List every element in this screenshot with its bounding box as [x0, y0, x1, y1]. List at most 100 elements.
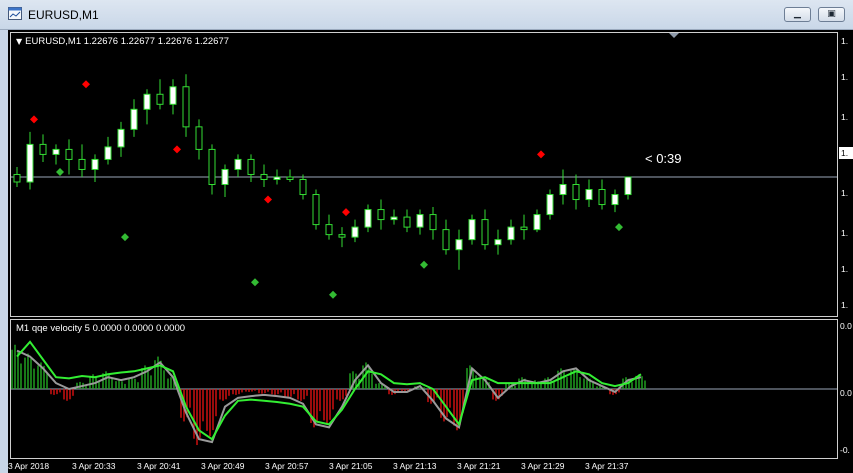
buy-signal-marker: [121, 233, 129, 242]
chart-window-icon: [8, 7, 22, 20]
candle-body: [585, 189, 593, 201]
candle-body: [65, 148, 73, 160]
time-axis-label: 3 Apr 2018: [8, 461, 50, 471]
candle-body: [351, 226, 359, 238]
price-chart-canvas: [11, 74, 837, 299]
time-axis-label: 3 Apr 20:33: [72, 461, 116, 471]
window-frame: [0, 30, 8, 473]
time-axis-label: 3 Apr 20:49: [201, 461, 245, 471]
candle-body: [611, 194, 619, 206]
candle-body: [429, 214, 437, 231]
candle-body: [156, 93, 164, 105]
sell-signal-marker: [82, 80, 90, 89]
indicator-canvas: [11, 340, 837, 446]
chart-label-text: EURUSD,M1 1.22676 1.22677 1.22676 1.2267…: [25, 36, 230, 47]
window-title: EURUSD,M1: [28, 8, 99, 22]
candle-body: [338, 234, 346, 238]
sell-signal-marker: [537, 150, 545, 159]
candle-body: [104, 146, 112, 160]
sell-signal-marker: [173, 145, 181, 154]
indicator-label: M1 qqe velocity 5 0.0000 0.0000 0.0000: [16, 323, 186, 334]
restore-button[interactable]: ▣: [818, 7, 845, 22]
window-titlebar[interactable]: EURUSD,M1 ▁ ▣: [0, 0, 853, 30]
time-axis-label: 3 Apr 20:41: [137, 461, 181, 471]
time-axis-label: 3 Apr 21:37: [585, 461, 629, 471]
candle-body: [182, 86, 190, 128]
price-axis-label: 1.: [841, 188, 849, 198]
restore-icon: ▣: [827, 9, 836, 19]
candle-body: [507, 226, 515, 241]
candle-body: [624, 176, 632, 196]
candle-body: [247, 158, 255, 175]
candle-body: [130, 108, 138, 130]
candle-body: [468, 219, 476, 241]
chart-menu-arrow-icon[interactable]: ▼: [16, 37, 22, 46]
candle-body: [39, 143, 47, 155]
candle-body: [286, 176, 294, 180]
buy-signal-marker: [420, 260, 428, 269]
candle-body: [533, 214, 541, 231]
indicator-axis-label: 0.0: [840, 321, 852, 331]
price-axis-label: 1.: [841, 264, 849, 274]
chart-label[interactable]: ▼ EURUSD,M1 1.22676 1.22677 1.22676 1.226…: [16, 36, 229, 47]
candle-body: [377, 209, 385, 221]
buy-signal-marker: [615, 223, 623, 232]
candle-body: [416, 214, 424, 228]
candle-body: [494, 239, 502, 246]
candle-body: [559, 184, 567, 196]
candle-body: [481, 219, 489, 246]
indicator-window[interactable]: M1 qqe velocity 5 0.0000 0.0000 0.0000: [10, 319, 838, 459]
candle-body: [26, 143, 34, 183]
sell-signal-marker: [30, 115, 38, 124]
current-price-marker: 1.: [839, 147, 853, 159]
candle-body: [117, 128, 125, 148]
candle-body: [52, 148, 60, 155]
candle-body: [169, 86, 177, 105]
slow-line: [16, 349, 642, 444]
candle-body: [364, 209, 372, 228]
price-axis-label: 1.: [841, 72, 849, 82]
time-axis-label: 3 Apr 21:13: [393, 461, 437, 471]
candle-body: [403, 216, 411, 228]
time-axis-label: 3 Apr 21:05: [329, 461, 373, 471]
price-axis-label: 1.: [841, 36, 849, 46]
candle-body: [572, 184, 580, 201]
price-axis-label: 1.: [841, 112, 849, 122]
sell-signal-marker: [264, 195, 272, 204]
candle-body: [325, 224, 333, 236]
indicator-axis[interactable]: 0.0 0.0 -0.: [839, 319, 853, 459]
chart-shift-marker-icon[interactable]: [669, 33, 679, 38]
time-axis-label: 3 Apr 20:57: [265, 461, 309, 471]
candle-body: [299, 178, 307, 196]
sell-signal-marker: [342, 208, 350, 217]
price-axis-label: 1.: [841, 300, 849, 310]
candle-body: [598, 189, 606, 206]
candle-body: [455, 239, 463, 251]
buy-signal-marker: [329, 290, 337, 299]
buy-signal-marker: [56, 167, 64, 176]
minimize-button[interactable]: ▁: [784, 7, 811, 22]
indicator-axis-label: -0.: [840, 445, 850, 455]
time-axis[interactable]: 3 Apr 2018 3 Apr 20:33 3 Apr 20:41 3 Apr…: [8, 461, 838, 473]
minimize-icon: ▁: [794, 9, 801, 19]
candle-body: [234, 158, 242, 170]
candle-body: [195, 126, 203, 150]
price-axis-label: 1.: [841, 228, 849, 238]
candle-body: [520, 226, 528, 231]
time-axis-label: 3 Apr 21:21: [457, 461, 501, 471]
candle-body: [260, 173, 268, 180]
fast-line: [16, 340, 642, 441]
candle-body: [442, 229, 450, 251]
candle-body: [221, 168, 229, 185]
candle-body: [13, 173, 21, 183]
price-axis[interactable]: 1. 1. 1. 1. 1. 1. 1. 1.: [839, 32, 853, 317]
candle-body: [390, 216, 398, 221]
candle-body: [78, 158, 86, 170]
candle-body: [546, 194, 554, 216]
buy-signal-marker: [251, 278, 259, 287]
candle-body: [91, 158, 99, 170]
price-chart[interactable]: ▼ EURUSD,M1 1.22676 1.22677 1.22676 1.226…: [10, 32, 838, 317]
candle-body: [273, 176, 281, 180]
time-axis-label: 3 Apr 21:29: [521, 461, 565, 471]
chart-area[interactable]: ▼ EURUSD,M1 1.22676 1.22677 1.22676 1.226…: [8, 30, 853, 473]
